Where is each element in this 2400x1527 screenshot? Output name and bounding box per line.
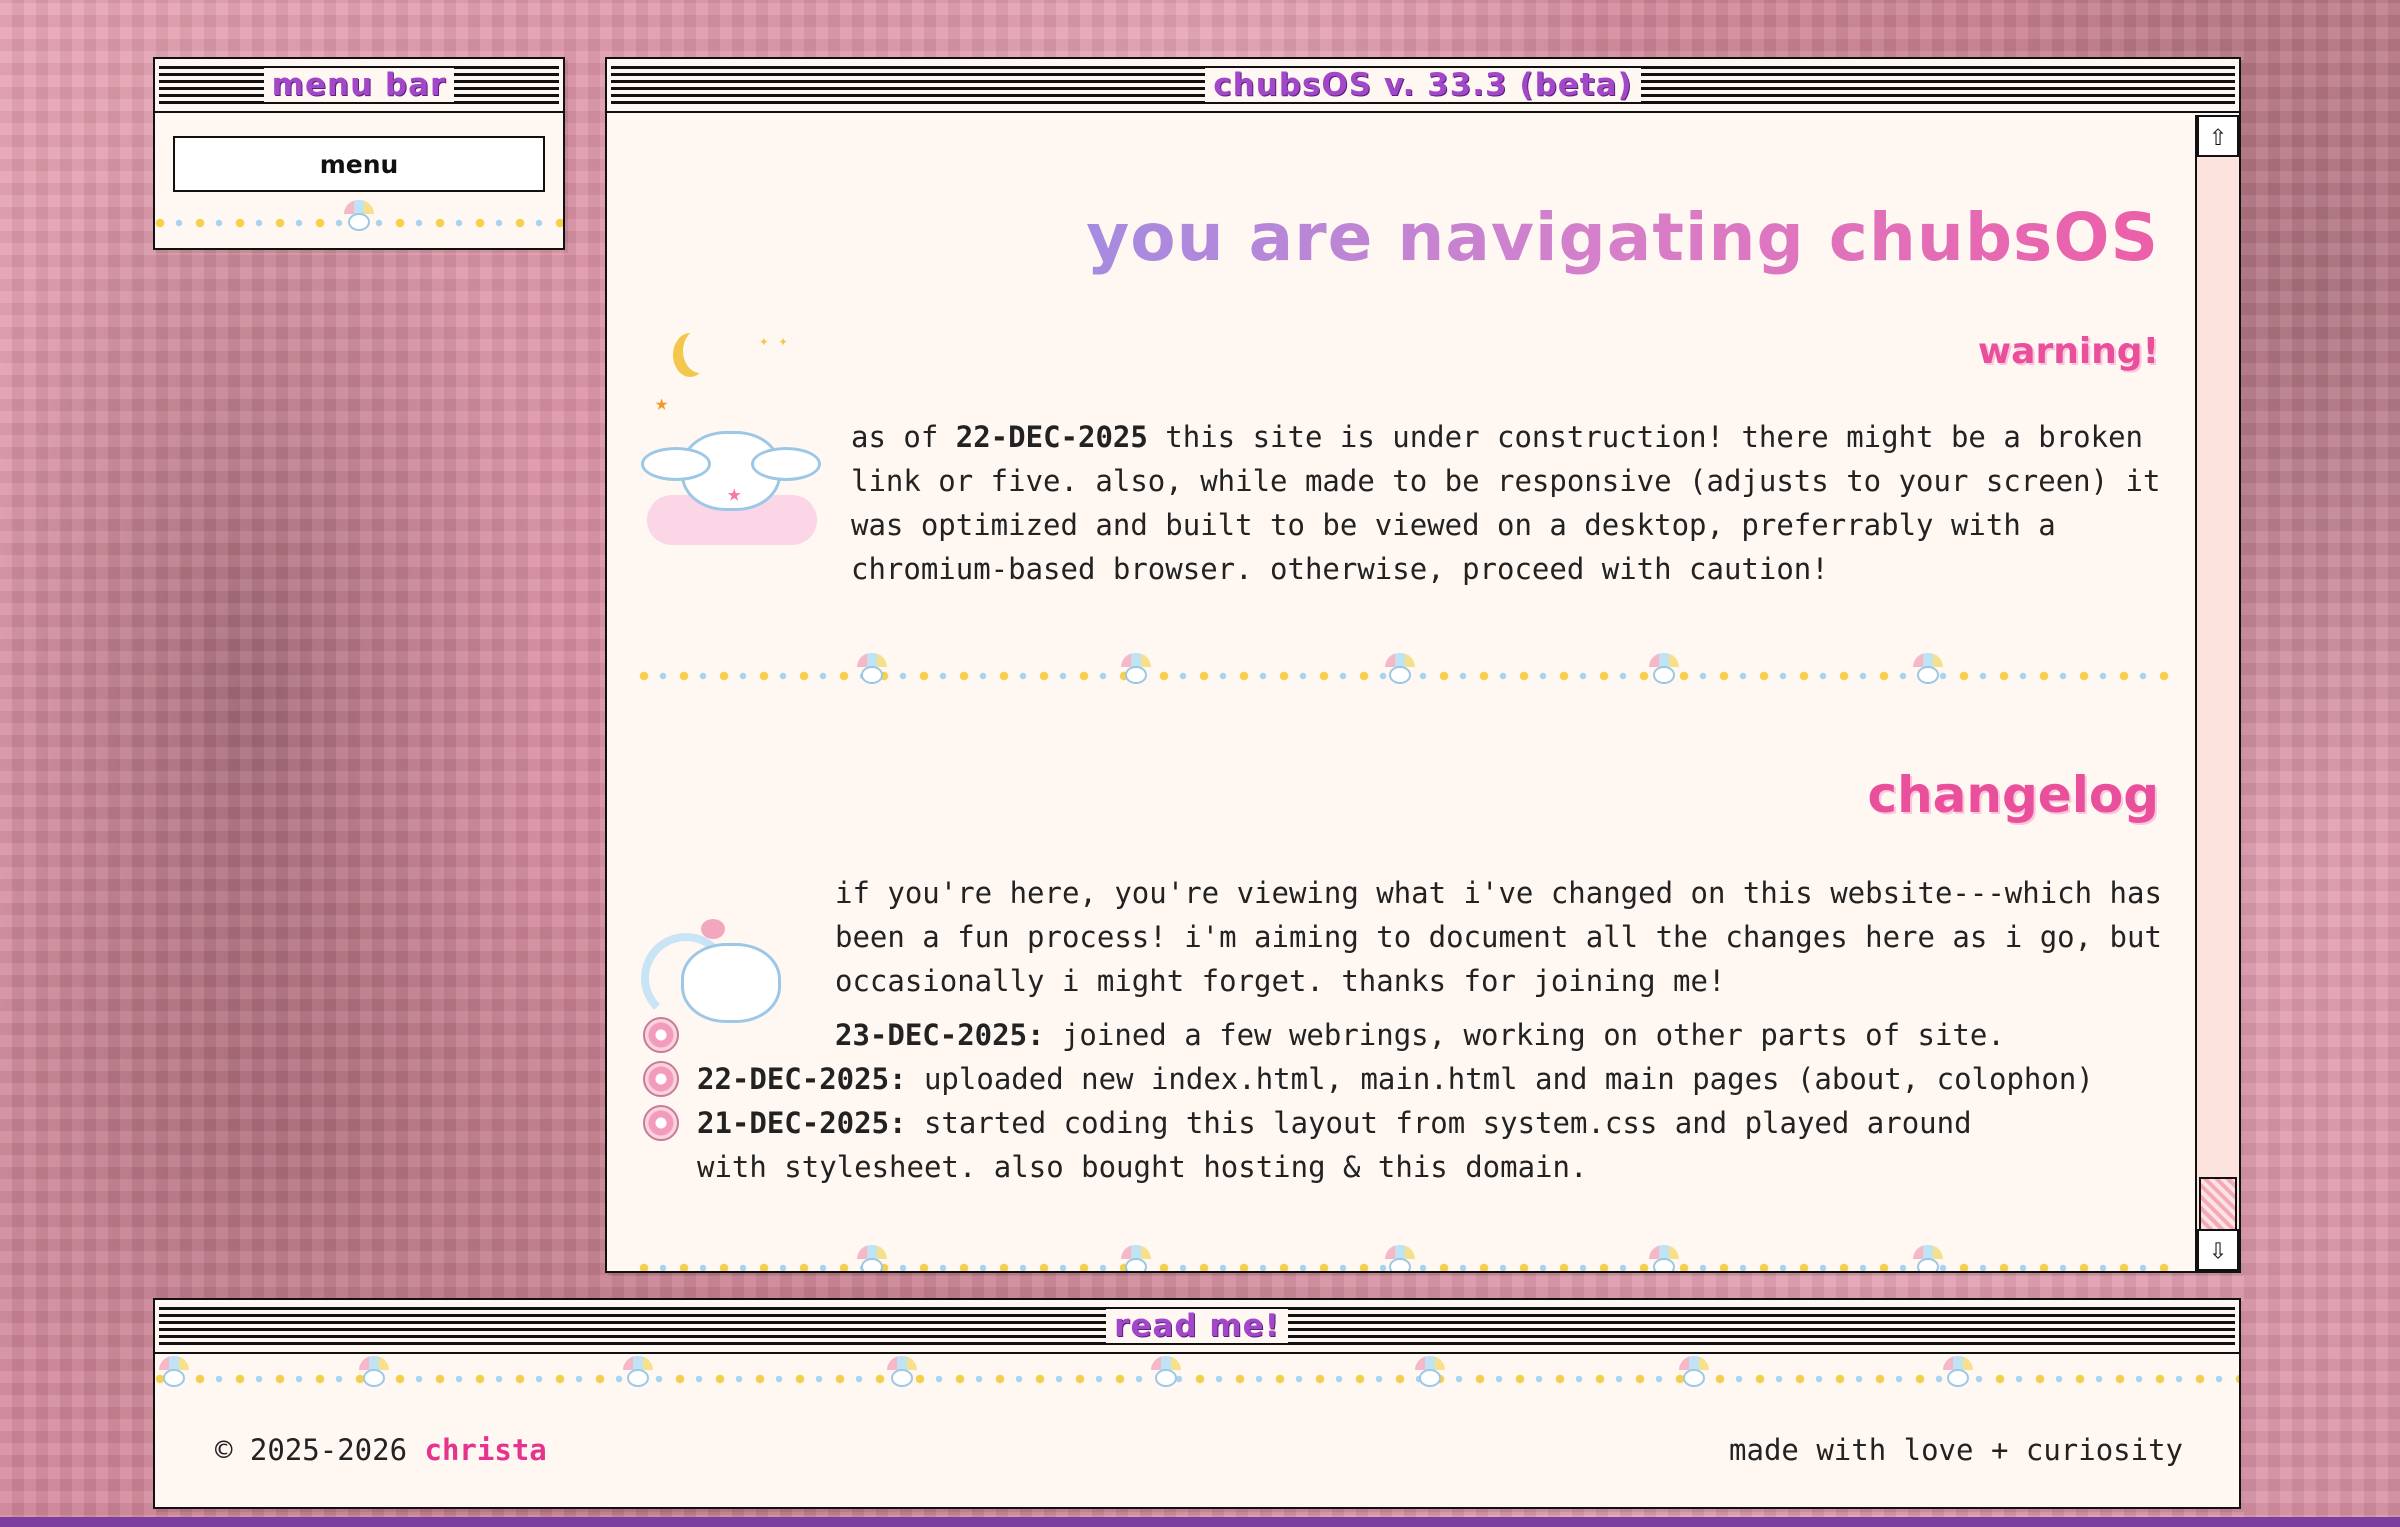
section-divider [639, 1245, 2171, 1271]
star-icon: ★ [727, 479, 742, 507]
changelog-entry: 22-DEC-2025: uploaded new index.html, ma… [643, 1057, 2127, 1101]
umbrella-icon [340, 200, 378, 234]
read-me-titlebar[interactable]: read me! [155, 1300, 2239, 1354]
footer-tagline: made with love + curiosity [1729, 1433, 2183, 1467]
main-content: you are navigating chubsOS warning! ★ ✦ … [607, 115, 2195, 1271]
bunny-body [681, 943, 781, 1023]
main-window: chubsOS v. 33.3 (beta) you are navigatin… [605, 57, 2241, 1273]
read-me-title: read me! [1106, 1309, 1288, 1343]
umbrella-icon [1645, 653, 1683, 687]
cinnamoroll-moon-icon: ★ ✦ ✦ ★ [641, 329, 829, 545]
bunny-ear [641, 447, 711, 481]
taskbar-strip [0, 1517, 2400, 1527]
author-link[interactable]: christa [425, 1433, 547, 1467]
umbrella-icon [1909, 653, 1947, 687]
umbrella-icon [1675, 1356, 1713, 1390]
menu-button[interactable]: menu [173, 136, 545, 192]
menu-bar-title: menu bar [263, 68, 455, 102]
page-title: you are navigating chubsOS [1086, 199, 2159, 276]
cherry-blossom-icon [643, 1105, 679, 1141]
umbrella-icon [1381, 1245, 1419, 1271]
warning-text: as of 22-DEC-2025 this site is under con… [851, 420, 2161, 586]
cherry-blossom-icon [643, 1061, 679, 1097]
umbrella-icon [1939, 1356, 1977, 1390]
star-icon: ★ [655, 391, 669, 416]
scroll-down-button[interactable]: ⇩ [2197, 1229, 2239, 1271]
warning-date: 22-DEC-2025 [955, 420, 1148, 454]
scroll-up-button[interactable]: ⇧ [2197, 115, 2239, 157]
sparkle-icon: ✦ ✦ [759, 331, 788, 350]
menu-divider [155, 200, 563, 236]
copyright: © 2025-2026 christa [215, 1433, 547, 1467]
umbrella-icon [883, 1356, 921, 1390]
changelog-list: 23-DEC-2025: joined a few webrings, work… [643, 1013, 2127, 1189]
changelog-entry: 23-DEC-2025: joined a few webrings, work… [643, 1013, 2127, 1057]
changelog-title: changelog [1867, 766, 2159, 824]
umbrella-icon [1117, 653, 1155, 687]
umbrella-icon [1117, 1245, 1155, 1271]
umbrella-icon [853, 653, 891, 687]
umbrella-icon [355, 1356, 393, 1390]
umbrella-icon [1381, 653, 1419, 687]
warning-title: warning! [1977, 331, 2159, 372]
umbrella-icon [155, 1356, 193, 1390]
menu-bar-titlebar[interactable]: menu bar [155, 59, 563, 113]
umbrella-icon [1909, 1245, 1947, 1271]
umbrella-icon [853, 1245, 891, 1271]
umbrella-icon [619, 1356, 657, 1390]
main-titlebar[interactable]: chubsOS v. 33.3 (beta) [607, 59, 2239, 113]
moon-icon [683, 329, 717, 373]
changelog-intro: if you're here, you're viewing what i've… [835, 876, 2162, 998]
section-divider [639, 653, 2171, 689]
main-window-title: chubsOS v. 33.3 (beta) [1205, 68, 1641, 102]
umbrella-icon [1411, 1356, 1449, 1390]
changelog-entry: 21-DEC-2025: started coding this layout … [643, 1101, 2027, 1189]
footer-divider [155, 1356, 2239, 1392]
cherry-blossom-icon [643, 1017, 679, 1053]
menu-bar-window: menu bar menu [153, 57, 565, 250]
bunny-ear [751, 447, 821, 481]
read-me-window: read me! © 2025-2026 christa made with l… [153, 1298, 2241, 1509]
vertical-scrollbar[interactable]: ⇧ ⇩ [2195, 115, 2239, 1271]
umbrella-icon [1147, 1356, 1185, 1390]
umbrella-icon [1645, 1245, 1683, 1271]
bow-icon [701, 919, 725, 939]
